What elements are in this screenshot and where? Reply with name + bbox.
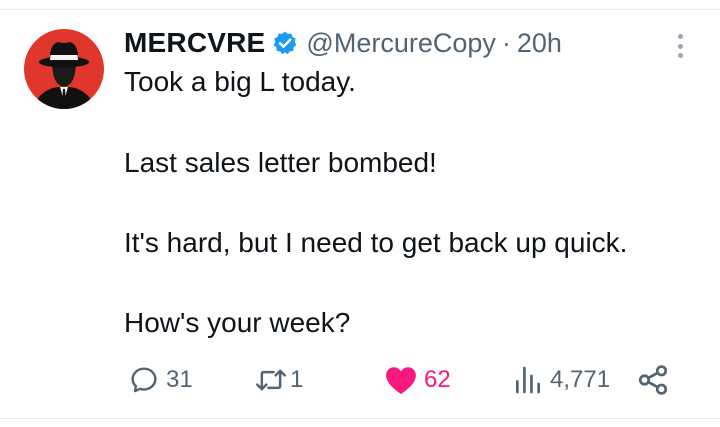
tweet-text-line: Took a big L today. — [124, 66, 356, 97]
reply-icon — [131, 367, 157, 393]
tweet-text-line: It's hard, but I need to get back up qui… — [124, 227, 628, 258]
timestamp[interactable]: 20h — [517, 28, 562, 59]
reply-count: 31 — [166, 366, 193, 393]
share-button[interactable] — [636, 362, 670, 398]
repost-button[interactable]: 1 — [254, 362, 303, 398]
views-button[interactable]: 4,771 — [512, 362, 610, 398]
share-icon — [638, 365, 668, 395]
tweet-header: MERCVRE @MercureCopy · 20h — [124, 24, 562, 62]
more-options-icon[interactable] — [666, 30, 694, 62]
tweet-text-line: Last sales letter bombed! — [124, 147, 437, 178]
verified-badge-icon — [272, 30, 298, 56]
user-handle[interactable]: @MercureCopy — [306, 28, 495, 59]
views-count: 4,771 — [550, 366, 611, 393]
separator-dot: · — [501, 27, 511, 58]
bottom-divider — [0, 418, 720, 419]
display-name[interactable]: MERCVRE — [124, 27, 265, 59]
reply-button[interactable]: 31 — [128, 362, 193, 398]
tweet-text-line: How's your week? — [124, 307, 351, 338]
like-count: 62 — [424, 366, 451, 393]
avatar[interactable] — [24, 29, 104, 109]
heart-icon — [386, 367, 416, 395]
like-button[interactable]: 62 — [384, 362, 451, 398]
repost-count: 1 — [290, 366, 304, 393]
top-divider — [0, 9, 720, 10]
repost-icon — [256, 369, 286, 391]
views-icon — [516, 366, 540, 394]
